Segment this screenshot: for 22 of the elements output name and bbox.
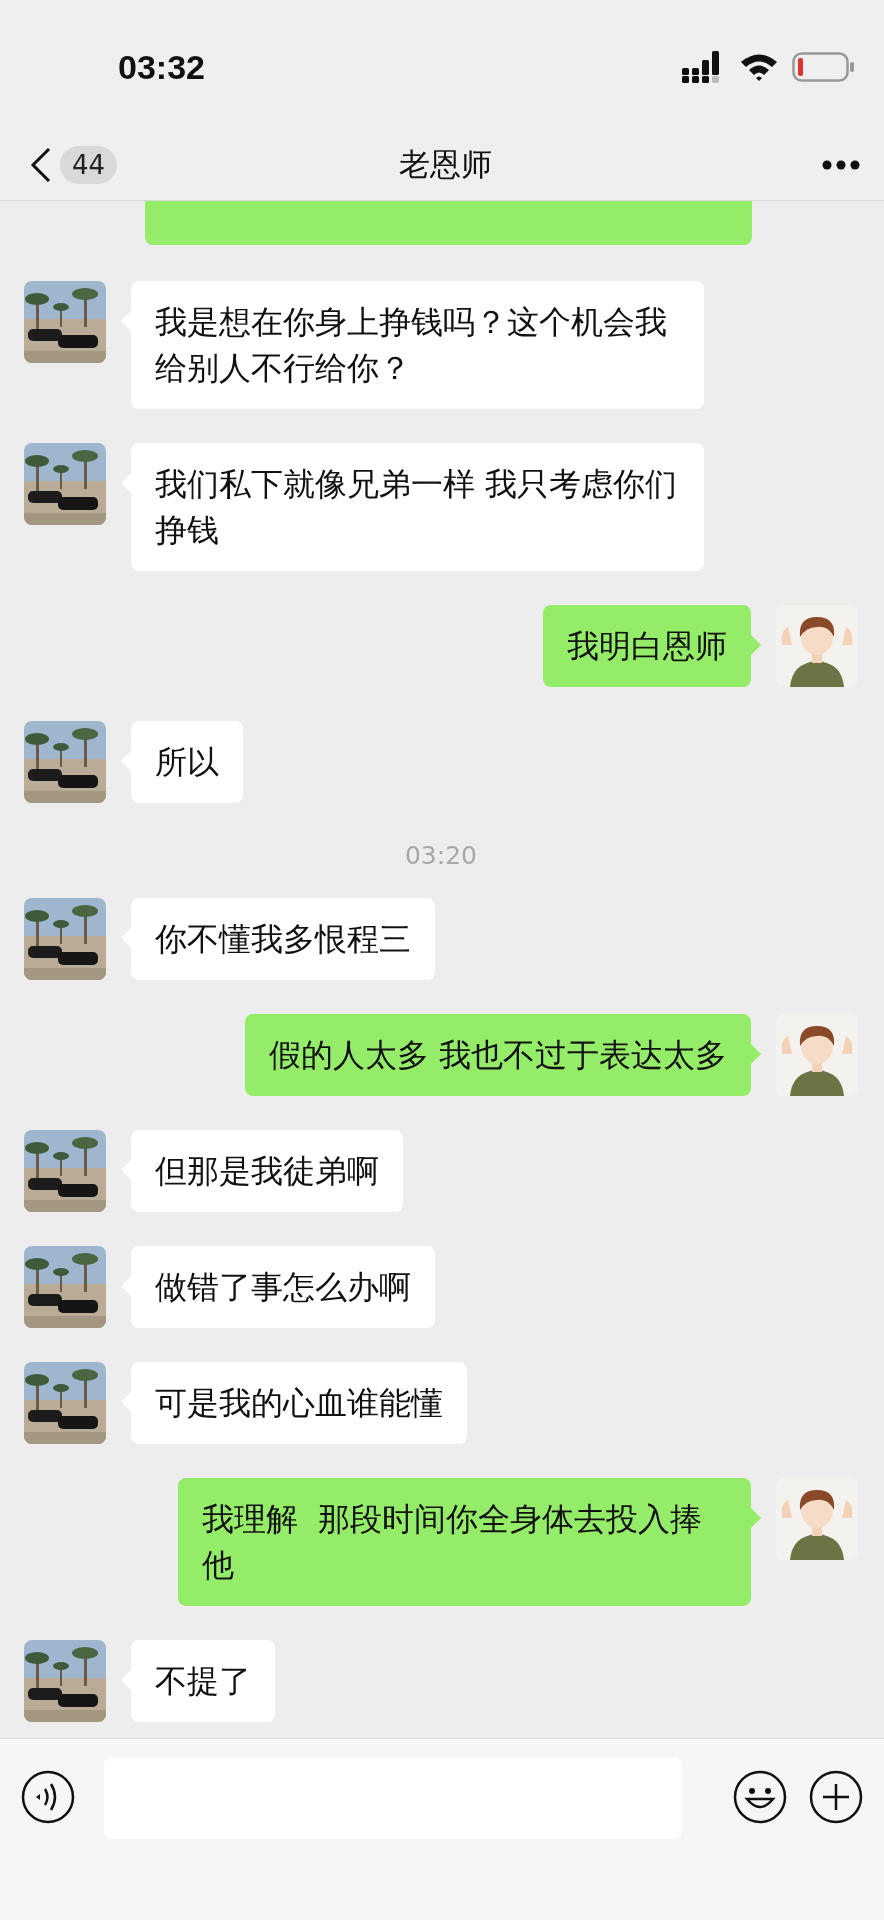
message-bubble: 假的人太多 我也不过于表达太多 bbox=[244, 1014, 751, 1096]
battery-icon bbox=[792, 52, 856, 82]
message-bubble: 你不懂我多恨程三 bbox=[131, 898, 435, 980]
more-icon[interactable] bbox=[822, 160, 860, 170]
message-bubble: 但那是我徒弟啊 bbox=[131, 1130, 403, 1212]
message-bubble: 我们私下就像兄弟一样 我只考虑你们挣钱 bbox=[131, 443, 704, 571]
wifi-icon bbox=[740, 53, 778, 81]
back-icon[interactable] bbox=[30, 147, 52, 183]
chat-title: 老恩师 bbox=[397, 145, 493, 184]
timestamp: 03:20 bbox=[403, 841, 478, 870]
clock-time: 03:32 bbox=[118, 46, 206, 87]
message-bubble: 可是我的心血谁能懂 bbox=[131, 1362, 467, 1444]
voice-button[interactable] bbox=[20, 1769, 76, 1825]
message-bubble: 我明白恩师 bbox=[543, 605, 751, 687]
message-bubble: 做错了事怎么办啊 bbox=[131, 1246, 435, 1328]
message-bubble: 我理解 那段时间你全身体去投入捧他 bbox=[178, 1478, 751, 1606]
message-bubble: 不提了 bbox=[131, 1640, 275, 1722]
message-bubble: 所以 bbox=[131, 721, 243, 803]
emoji-button[interactable] bbox=[732, 1769, 788, 1825]
message-bubble: 我是想在你身上挣钱吗？这个机会我给别人不行给你？ bbox=[131, 281, 704, 409]
unread-count[interactable]: 44 bbox=[60, 146, 118, 184]
add-button[interactable] bbox=[808, 1769, 864, 1825]
